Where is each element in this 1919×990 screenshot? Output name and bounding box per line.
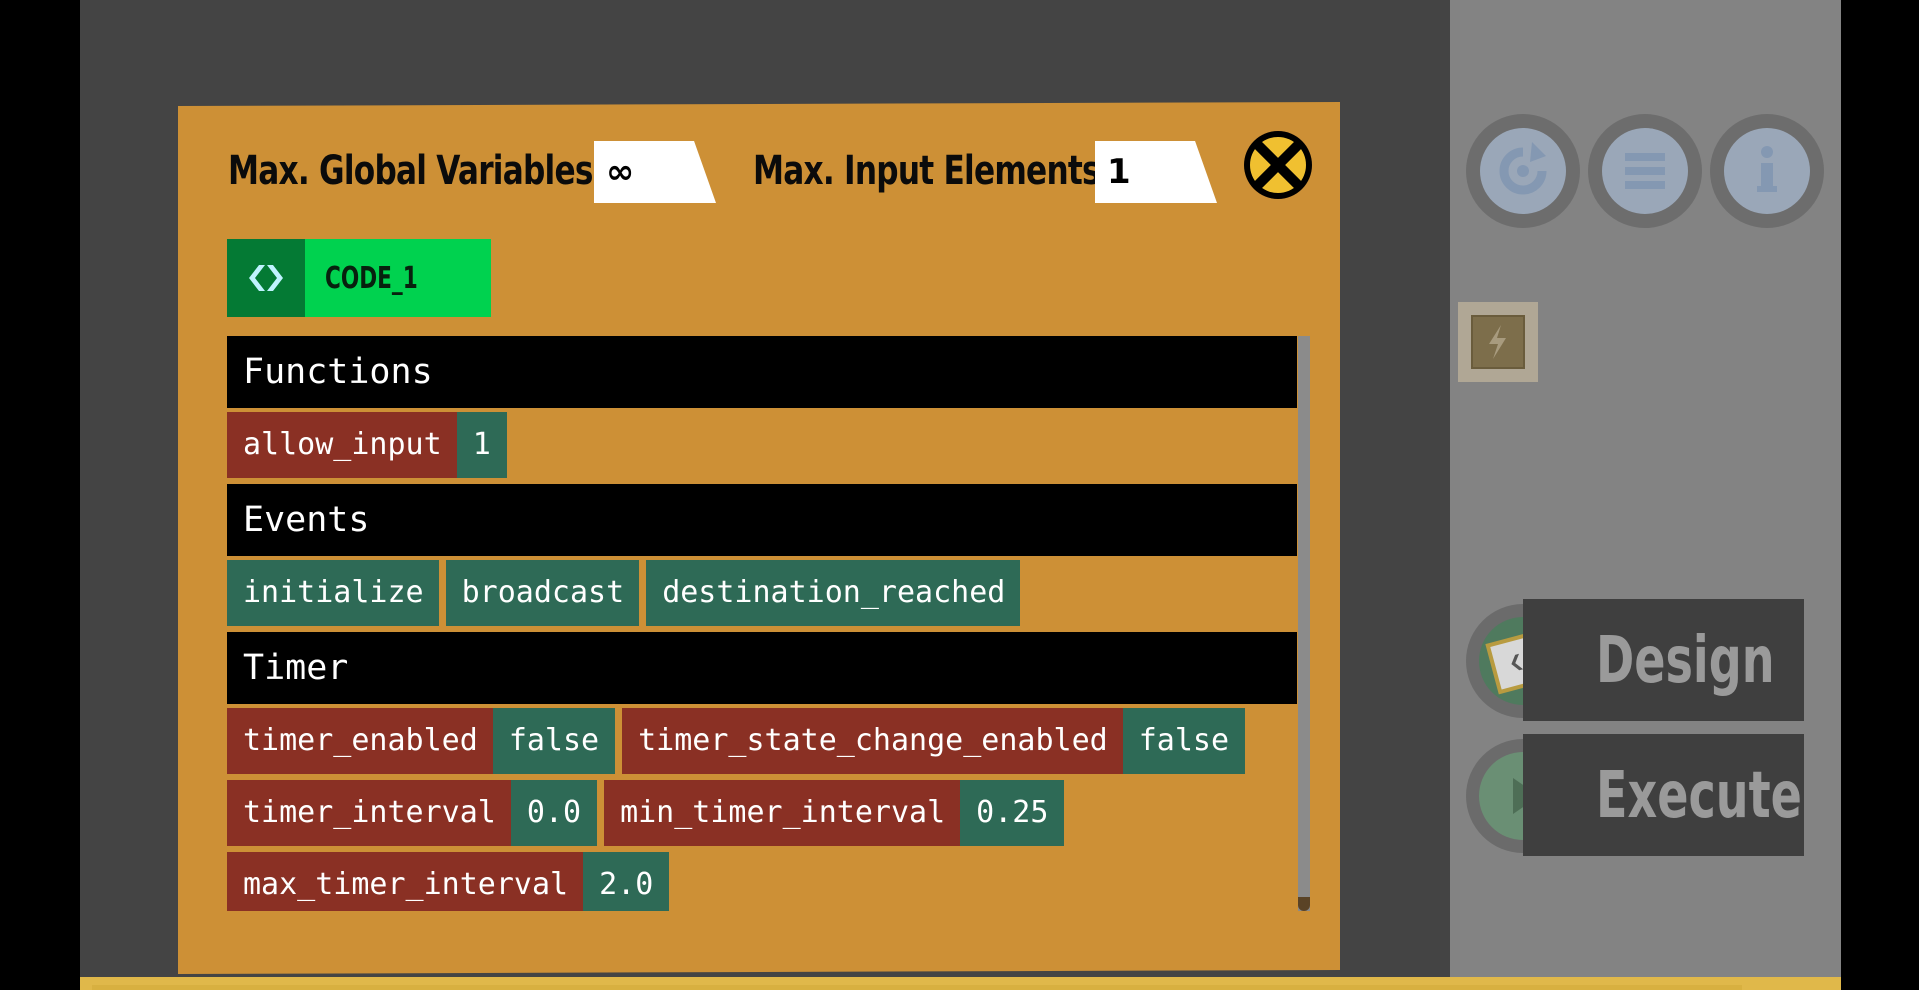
code-tab-label: CODE_1 (325, 261, 418, 296)
chip-value: 0.25 (960, 780, 1065, 846)
timer-chip-timer-interval[interactable]: timer_interval 0.0 (227, 780, 598, 846)
execute-label: Execute (1596, 759, 1802, 833)
design-button[interactable]: Design (1466, 599, 1804, 721)
info-icon (1724, 128, 1810, 214)
section-header-events: Events (227, 484, 1297, 556)
chip-value: 0.0 (510, 780, 598, 846)
bottom-bar-inner (92, 985, 1742, 990)
event-chip-broadcast[interactable]: broadcast (445, 560, 640, 626)
refresh-icon (1480, 128, 1566, 214)
design-label: Design (1596, 624, 1775, 698)
chip-value: 2.0 (583, 852, 670, 911)
max-input-elements-label: Max. Input Elements: (753, 148, 1112, 194)
event-chip-destination-reached[interactable]: destination_reached (646, 560, 1021, 626)
chip-value: false (492, 708, 616, 774)
section-header-functions: Functions (227, 336, 1297, 408)
section-header-timer: Timer (227, 632, 1297, 704)
chip-key: destination_reached (646, 560, 1021, 626)
refresh-button[interactable] (1466, 114, 1580, 228)
timer-row-1: timer_enabled false timer_state_change_e… (227, 708, 1297, 774)
chip-key: allow_input (227, 412, 457, 478)
chip-key: max_timer_interval (227, 852, 584, 911)
chip-key: broadcast (445, 560, 640, 626)
timer-chip-max-timer-interval[interactable]: max_timer_interval 2.0 (227, 852, 670, 911)
function-chip-allow-input[interactable]: allow_input 1 (227, 412, 507, 478)
scrollbar[interactable] (1298, 336, 1310, 911)
menu-icon (1602, 128, 1688, 214)
lightning-icon (1471, 315, 1525, 369)
chip-value: false (1122, 708, 1246, 774)
lightning-button[interactable] (1458, 302, 1538, 382)
chip-key: initialize (227, 560, 439, 626)
timer-chip-min-timer-interval[interactable]: min_timer_interval 0.25 (604, 780, 1065, 846)
timer-row-2: timer_interval 0.0 min_timer_interval 0.… (227, 780, 1297, 846)
functions-row: allow_input 1 (227, 412, 1297, 478)
max-global-variables-label: Max. Global Variables: (228, 148, 605, 194)
events-row: initialize broadcast destination_reached (227, 560, 1297, 626)
menu-button[interactable] (1588, 114, 1702, 228)
chip-value: 1 (456, 412, 507, 478)
chip-key: timer_enabled (227, 708, 493, 774)
properties-list: Functions allow_input 1 Events initializ… (227, 336, 1297, 911)
chip-key: timer_state_change_enabled (622, 708, 1123, 774)
timer-chip-timer-state-change-enabled[interactable]: timer_state_change_enabled false (622, 708, 1246, 774)
code-tab[interactable]: CODE_1 (227, 239, 491, 317)
execute-button[interactable]: Execute (1466, 734, 1804, 856)
info-button[interactable] (1710, 114, 1824, 228)
timer-chip-timer-enabled[interactable]: timer_enabled false (227, 708, 616, 774)
chip-key: timer_interval (227, 780, 511, 846)
chip-key: min_timer_interval (604, 780, 961, 846)
close-button[interactable] (1244, 131, 1312, 199)
code-icon (227, 239, 305, 317)
event-chip-initialize[interactable]: initialize (227, 560, 439, 626)
scrollbar-thumb[interactable] (1298, 897, 1310, 911)
timer-row-3: max_timer_interval 2.0 (227, 852, 1297, 911)
